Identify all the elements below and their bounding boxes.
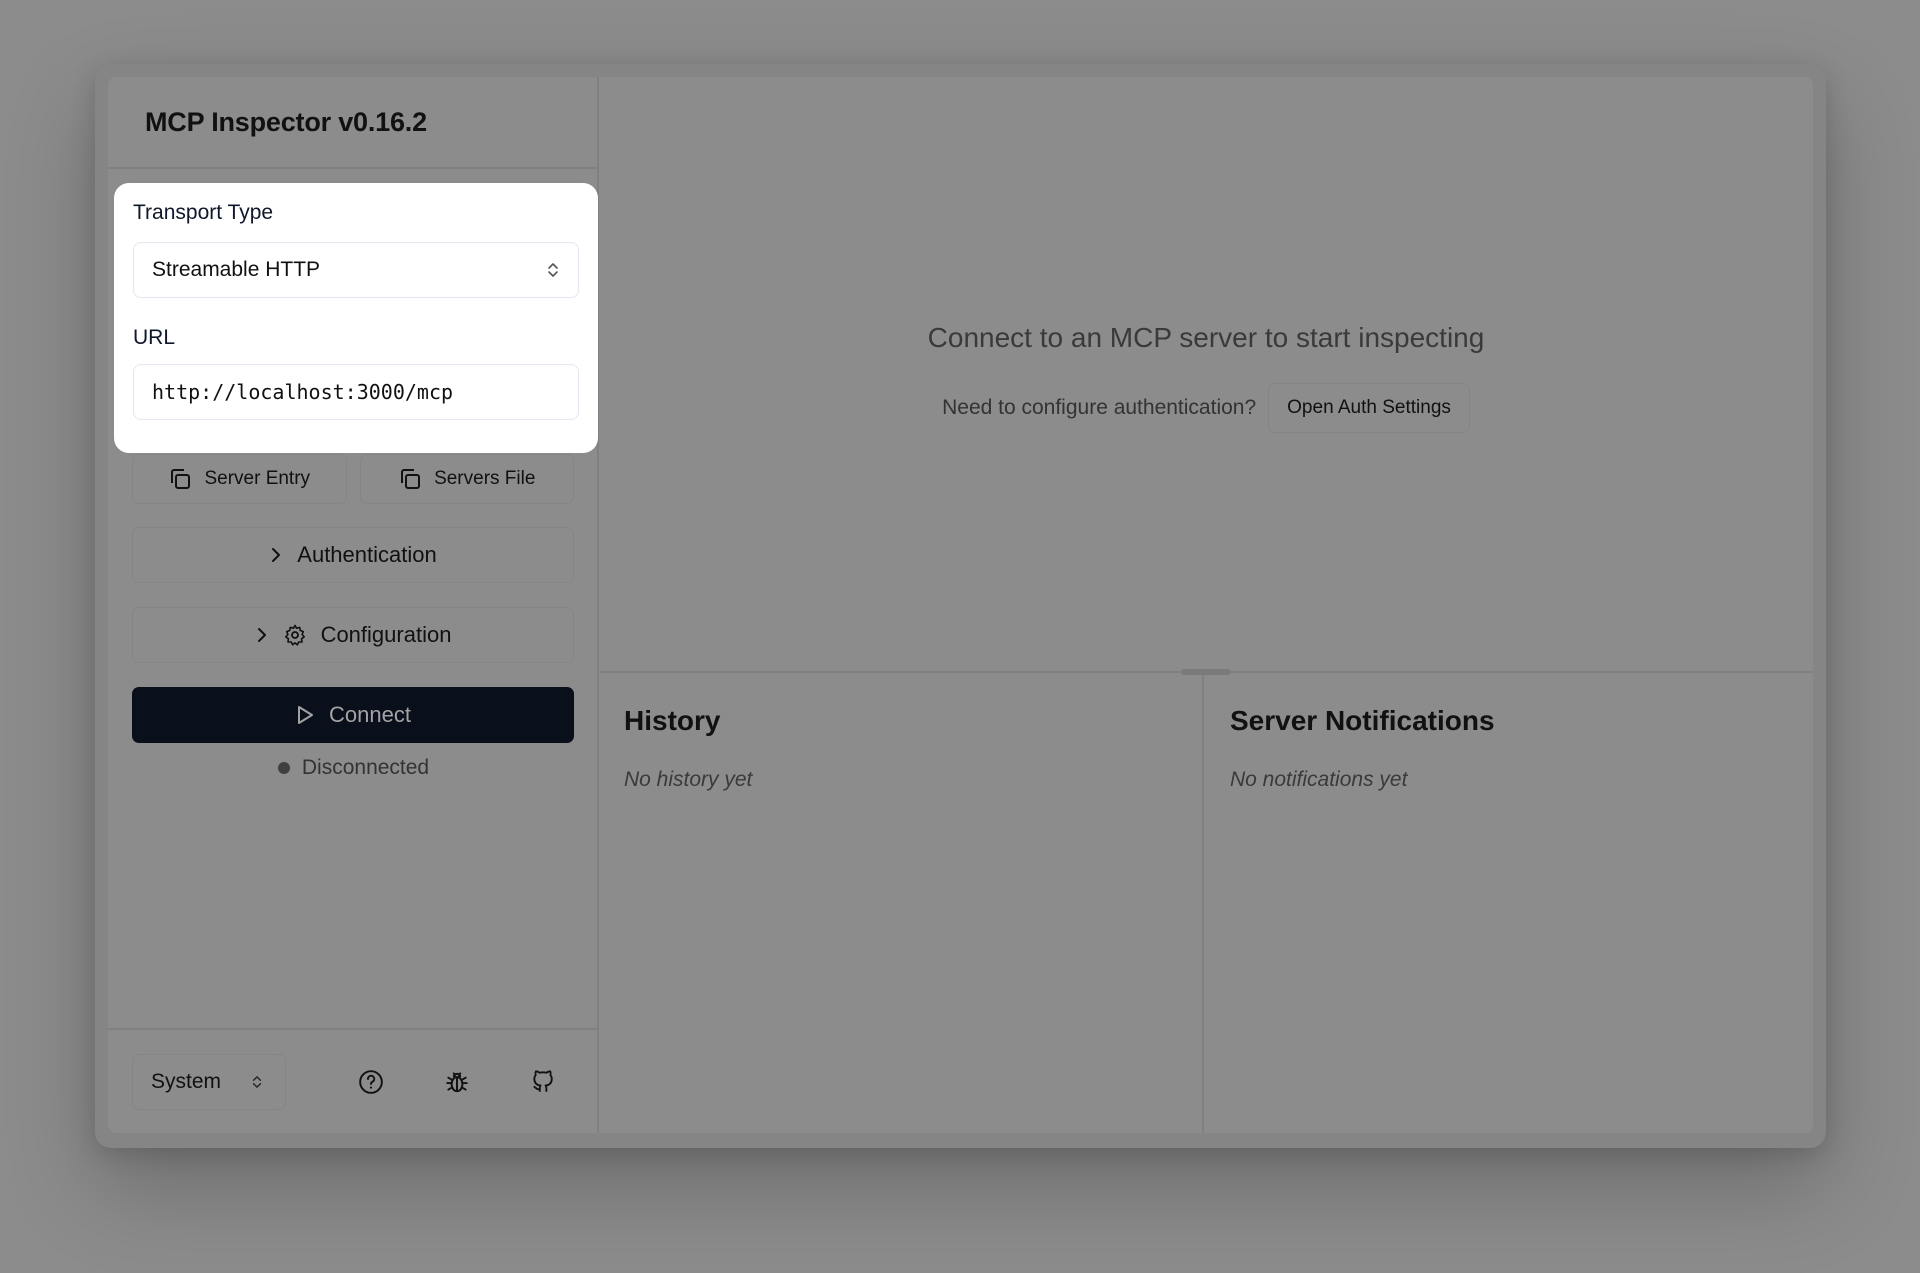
connect-label: Connect: [329, 702, 411, 727]
bug-icon[interactable]: [436, 1061, 478, 1103]
copy-icon: [168, 467, 192, 491]
sidebar-footer: System: [108, 1028, 597, 1133]
connect-button[interactable]: Connect: [132, 687, 574, 743]
chevron-up-down-icon: [546, 260, 560, 280]
sidebar-header: MCP Inspector v0.16.2: [108, 77, 597, 169]
auth-prompt-row: Need to configure authentication? Open A…: [599, 383, 1813, 433]
sidebar: MCP Inspector v0.16.2 Transport Type Str…: [108, 77, 599, 1133]
transport-type-label: Transport Type: [133, 201, 274, 224]
chevron-up-down-icon: [251, 1072, 263, 1092]
theme-select[interactable]: System: [132, 1053, 286, 1110]
footer-icons: [350, 1061, 564, 1103]
main-empty-state: Connect to an MCP server to start inspec…: [599, 77, 1813, 673]
server-notifications-pane: Server Notifications No notifications ye…: [1206, 675, 1813, 1133]
server-notifications-title: Server Notifications: [1230, 705, 1495, 736]
url-label: URL: [133, 326, 176, 349]
servers-file-label: Servers File: [434, 468, 536, 489]
empty-state-title: Connect to an MCP server to start inspec…: [927, 322, 1485, 353]
configuration-label: Configuration: [320, 622, 452, 647]
notifications-empty-text: No notifications yet: [1230, 768, 1408, 791]
chevron-right-icon: [269, 546, 283, 564]
history-empty-text: No history yet: [624, 768, 753, 791]
configuration-toggle[interactable]: Configuration: [132, 607, 574, 663]
help-circle-icon[interactable]: [350, 1061, 392, 1103]
chevron-right-icon: [255, 626, 269, 644]
server-entry-button[interactable]: Server Entry: [132, 454, 347, 504]
servers-file-button[interactable]: Servers File: [359, 454, 574, 504]
server-entry-label: Server Entry: [204, 468, 311, 489]
url-input[interactable]: [133, 364, 579, 420]
status-dot: [277, 762, 290, 774]
theme-value: System: [151, 1069, 222, 1093]
transport-type-select[interactable]: Streamable HTTP: [133, 242, 579, 298]
status-text: Disconnected: [301, 756, 430, 779]
github-icon[interactable]: [522, 1061, 564, 1103]
connection-status: Disconnected: [108, 745, 599, 791]
auth-prompt-text: Need to configure authentication?: [942, 396, 1257, 419]
history-pane: History No history yet: [599, 675, 1204, 1133]
play-icon: [295, 704, 315, 726]
app-window: MCP Inspector v0.16.2 Transport Type Str…: [95, 64, 1826, 1148]
copy-icon: [398, 467, 422, 491]
connection-form-highlight: Transport Type Streamable HTTP URL: [114, 183, 598, 453]
copy-buttons-row: Server Entry Servers File: [132, 454, 574, 504]
open-auth-settings-button[interactable]: Open Auth Settings: [1268, 383, 1470, 433]
inspector-app: MCP Inspector v0.16.2 Transport Type Str…: [108, 77, 1813, 1133]
transport-type-value: Streamable HTTP: [152, 258, 321, 281]
authentication-label: Authentication: [297, 542, 437, 567]
app-title: MCP Inspector v0.16.2: [145, 106, 427, 137]
gear-icon: [283, 623, 307, 647]
history-title: History: [624, 705, 721, 736]
authentication-toggle[interactable]: Authentication: [132, 527, 574, 583]
main-panel: Connect to an MCP server to start inspec…: [599, 77, 1813, 1133]
